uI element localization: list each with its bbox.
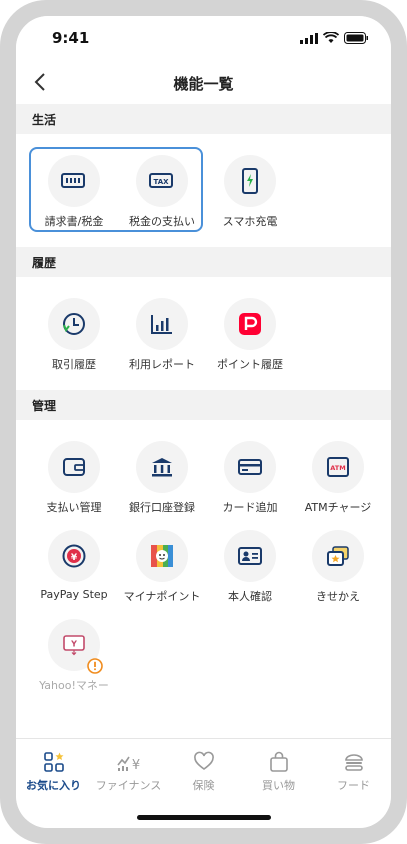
status-time: 9:41 (52, 29, 90, 47)
section-title-manage: 管理 (32, 399, 57, 413)
item-label: 本人確認 (228, 590, 272, 603)
item-label: 銀行口座登録 (129, 501, 195, 514)
section-header-life: 生活 (16, 104, 391, 134)
bar-chart-icon (151, 315, 172, 334)
section-history: 取引履歴 利用レポート ポイント履歴 (16, 277, 391, 390)
tab-label: ファイナンス (95, 779, 162, 792)
item-label: 支払い管理 (46, 501, 102, 514)
warning-icon (87, 658, 103, 674)
item-label: ATMチャージ (304, 501, 372, 514)
svg-text:¥: ¥ (131, 758, 139, 773)
page-title: 機能一覧 (173, 75, 234, 93)
clock-icon (63, 313, 85, 335)
status-icons (300, 32, 369, 44)
tab-insurance[interactable]: 保険 (166, 751, 241, 793)
transaction-history-item[interactable]: 取引履歴 (30, 298, 118, 372)
phone-charge-item[interactable]: スマホ充電 (206, 155, 294, 229)
item-label: きせかえ (316, 590, 360, 603)
point-history-item[interactable]: ポイント履歴 (206, 298, 294, 372)
home-indicator (137, 815, 271, 820)
item-label: PayPay Step (40, 588, 108, 601)
item-label: マイナポイント (123, 590, 201, 603)
wifi-icon (323, 32, 339, 43)
section-header-manage: 管理 (16, 390, 391, 420)
paypay-point-icon (239, 313, 261, 335)
bank-account-item[interactable]: 銀行口座登録 (118, 441, 206, 515)
signal-icon (300, 32, 318, 44)
atm-charge-item[interactable]: ATM ATMチャージ (294, 441, 382, 515)
battery-icon (344, 32, 368, 44)
nav-bar: 機能一覧 (16, 62, 391, 104)
item-label: スマホ充電 (222, 215, 278, 228)
mynapoint-item[interactable]: マイナポイント (118, 530, 206, 604)
item-label: Yahoo!マネー (39, 679, 109, 692)
credit-card-icon (238, 459, 262, 475)
screen: 9:41 機能一覧 生活 請求書/税金 TAX 税金の支払い スマホ充電 履歴 … (16, 16, 391, 828)
device-frame: 9:41 機能一覧 生活 請求書/税金 TAX 税金の支払い スマホ充電 履歴 … (0, 0, 407, 844)
section-manage: 支払い管理 銀行口座登録 カード追加 ATM ATMチャージ ¥ PayPay … (16, 420, 391, 738)
yahoo-money-item[interactable]: Y Yahoo!マネー (30, 619, 118, 693)
tab-label: 保険 (192, 779, 215, 792)
wallet-icon (63, 458, 85, 476)
tab-shopping[interactable]: 買い物 (241, 751, 316, 793)
invoice-icon (61, 173, 85, 188)
svg-text:¥: ¥ (71, 553, 78, 563)
tab-food[interactable]: フード (316, 751, 391, 793)
favorites-grid-icon (43, 752, 64, 772)
yahoo-money-icon: Y (63, 635, 85, 656)
section-title-history: 履歴 (32, 256, 57, 270)
svg-text:Y: Y (70, 640, 77, 649)
tab-finance[interactable]: ¥ ファイナンス (91, 751, 166, 793)
item-label: 取引履歴 (52, 358, 96, 371)
paypay-step-item[interactable]: ¥ PayPay Step (30, 530, 118, 601)
item-label: 利用レポート (129, 358, 195, 371)
tab-favorites[interactable]: お気に入り (16, 751, 91, 793)
medal-icon: ¥ (62, 544, 86, 568)
atm-icon: ATM (327, 457, 349, 477)
item-label: カード追加 (222, 501, 278, 514)
bill-tax-item[interactable]: 請求書/税金 (30, 155, 118, 229)
tax-payment-item[interactable]: TAX 税金の支払い (118, 155, 206, 229)
phone-charge-icon (242, 168, 258, 194)
tab-label: フード (337, 779, 370, 792)
section-header-history: 履歴 (16, 247, 391, 277)
section-title-life: 生活 (32, 113, 57, 127)
burger-icon (344, 754, 363, 771)
svg-text:ATM: ATM (330, 464, 345, 472)
shopping-bag-icon (269, 751, 288, 772)
payment-management-item[interactable]: 支払い管理 (30, 441, 118, 515)
id-card-icon (238, 547, 262, 565)
status-bar: 9:41 (16, 16, 391, 62)
bank-icon (152, 458, 172, 477)
tab-label: 買い物 (262, 779, 295, 792)
mynapoint-icon (151, 545, 173, 567)
cards-theme-icon (327, 546, 349, 566)
tax-icon: TAX (149, 173, 173, 188)
item-label: ポイント履歴 (217, 358, 283, 371)
finance-icon: ¥ (116, 756, 140, 773)
section-life: 請求書/税金 TAX 税金の支払い スマホ充電 (16, 134, 391, 247)
item-label: 請求書/税金 (44, 215, 104, 228)
tab-label: お気に入り (26, 779, 81, 792)
add-card-item[interactable]: カード追加 (206, 441, 294, 515)
theme-change-item[interactable]: きせかえ (294, 530, 382, 604)
item-label: 税金の支払い (129, 215, 195, 228)
usage-report-item[interactable]: 利用レポート (118, 298, 206, 372)
heart-icon (193, 751, 214, 770)
svg-text:TAX: TAX (153, 178, 169, 186)
identity-verification-item[interactable]: 本人確認 (206, 530, 294, 604)
